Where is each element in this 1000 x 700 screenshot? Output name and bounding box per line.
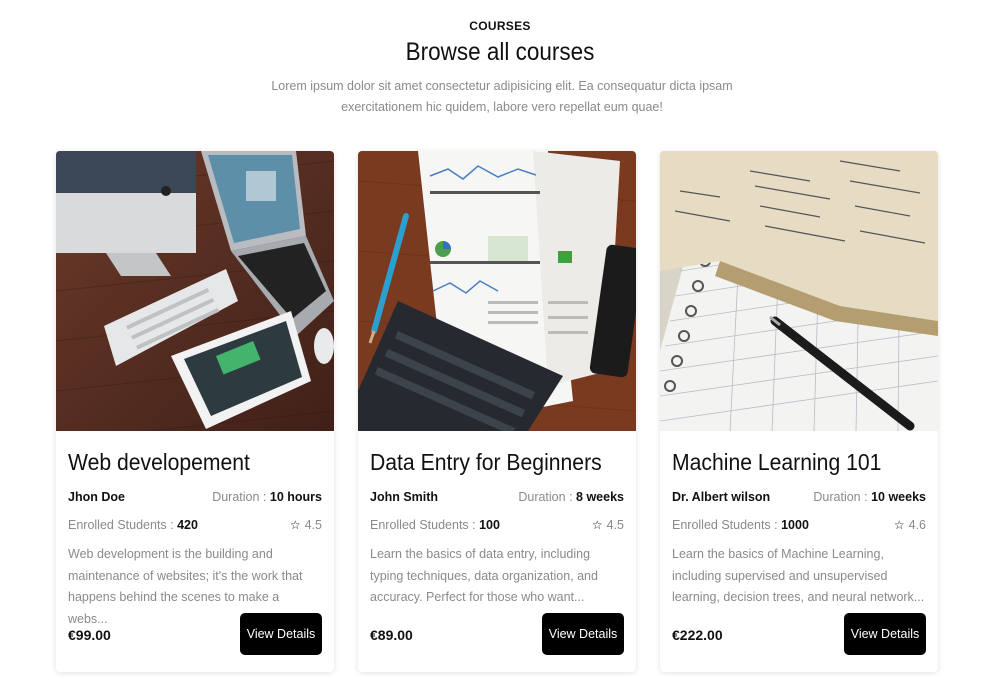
course-price: €222.00 bbox=[672, 627, 723, 643]
duration-label: Duration : bbox=[813, 490, 868, 504]
duration-value: 10 weeks bbox=[871, 490, 926, 504]
instructor-name: John Smith bbox=[370, 490, 439, 504]
duration-info: Duration : 10 weeks bbox=[813, 490, 926, 504]
duration-label: Duration : bbox=[518, 490, 573, 504]
notebook-pen-image bbox=[660, 151, 938, 431]
page-title: Browse all courses bbox=[405, 38, 595, 66]
rating: ☆ 4.5 bbox=[592, 518, 624, 532]
course-title: Data Entry for Beginners bbox=[370, 449, 602, 475]
desk-computers-image bbox=[56, 151, 334, 431]
section-eyebrow: COURSES bbox=[469, 19, 531, 33]
course-price: €99.00 bbox=[68, 627, 111, 643]
course-stats-row: Enrolled Students : 100 ☆ 4.5 bbox=[370, 518, 624, 532]
view-details-button[interactable]: View Details bbox=[240, 613, 322, 655]
duration-info: Duration : 10 hours bbox=[212, 490, 322, 504]
enrolled-label: Enrolled Students : bbox=[370, 518, 476, 532]
enrolled-label: Enrolled Students : bbox=[672, 518, 778, 532]
rating-value: 4.6 bbox=[908, 518, 926, 532]
star-icon: ☆ bbox=[289, 518, 301, 532]
course-meta-row: Jhon Doe Duration : 10 hours bbox=[68, 490, 322, 504]
page-subtitle: Lorem ipsum dolor sit amet consectetur a… bbox=[271, 79, 733, 114]
duration-value: 8 weeks bbox=[576, 490, 624, 504]
instructor-name: Dr. Albert wilson bbox=[672, 490, 771, 504]
enrolled-label: Enrolled Students : bbox=[68, 518, 174, 532]
enrolled-info: Enrolled Students : 1000 bbox=[672, 518, 809, 532]
instructor-name: Jhon Doe bbox=[68, 490, 125, 504]
duration-value: 10 hours bbox=[269, 490, 322, 504]
course-card: Web developement Jhon Doe Duration : 10 … bbox=[56, 151, 334, 672]
enrolled-value: 1000 bbox=[781, 518, 809, 532]
enrolled-value: 100 bbox=[479, 518, 500, 532]
rating: ☆ 4.6 bbox=[894, 518, 926, 532]
course-description: Learn the basics of Machine Learning, in… bbox=[672, 547, 925, 604]
star-icon: ☆ bbox=[591, 518, 603, 532]
rating-value: 4.5 bbox=[304, 518, 322, 532]
analytics-desk-image bbox=[358, 151, 636, 431]
course-title: Web developement bbox=[68, 449, 250, 475]
rating-value: 4.5 bbox=[606, 518, 624, 532]
course-description: Learn the basics of data entry, includin… bbox=[370, 547, 598, 604]
enrolled-info: Enrolled Students : 420 bbox=[68, 518, 198, 532]
duration-info: Duration : 8 weeks bbox=[518, 490, 624, 504]
enrolled-value: 420 bbox=[177, 518, 198, 532]
course-title: Machine Learning 101 bbox=[672, 449, 882, 475]
course-price: €89.00 bbox=[370, 627, 413, 643]
duration-label: Duration : bbox=[212, 490, 267, 504]
course-stats-row: Enrolled Students : 420 ☆ 4.5 bbox=[68, 518, 322, 532]
enrolled-info: Enrolled Students : 100 bbox=[370, 518, 500, 532]
course-meta-row: Dr. Albert wilson Duration : 10 weeks bbox=[672, 490, 926, 504]
rating: ☆ 4.5 bbox=[290, 518, 322, 532]
star-icon: ☆ bbox=[893, 518, 905, 532]
view-details-button[interactable]: View Details bbox=[844, 613, 926, 655]
course-stats-row: Enrolled Students : 1000 ☆ 4.6 bbox=[672, 518, 926, 532]
course-card: Machine Learning 101 Dr. Albert wilson D… bbox=[660, 151, 938, 672]
view-details-button[interactable]: View Details bbox=[542, 613, 624, 655]
course-card: Data Entry for Beginners John Smith Dura… bbox=[358, 151, 636, 672]
course-meta-row: John Smith Duration : 8 weeks bbox=[370, 490, 624, 504]
